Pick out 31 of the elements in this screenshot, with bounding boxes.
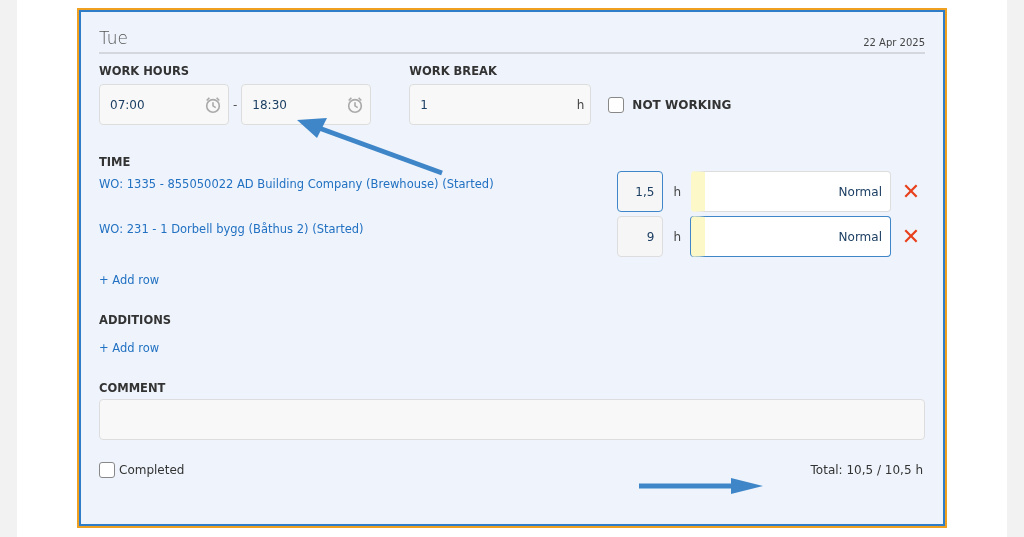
work-order-link[interactable]: WO: 1335 - 855050022 AD Building Company (Brewhouse) (Started) [99,177,494,191]
checkbox[interactable] [99,462,115,478]
alarm-clock-icon [346,95,365,114]
end-time-field[interactable]: 18:30 [241,84,372,125]
start-time-field[interactable]: 07:00 [99,84,229,125]
date-label: 22 Apr 2025 [863,37,925,48]
work-break-field[interactable]: 1 h [409,84,592,125]
comment-label: COMMENT [99,381,167,395]
remove-button[interactable]: ✕ [899,179,923,204]
comment-field[interactable] [99,399,925,440]
unit-label: h [672,184,682,199]
hours-field[interactable]: 1,5 [617,171,664,212]
work-break-label: WORK BREAK [409,64,498,78]
unit-label: h [672,229,682,244]
alarm-clock-icon [204,95,222,114]
add-row-link[interactable]: + Add row [99,341,160,355]
total-label: Total: 10,5 / 10,5 h [810,463,923,477]
completed-label: Completed [119,463,185,477]
work-hours-label: WORK HOURS [99,64,191,78]
additions-label: ADDITIONS [99,313,173,327]
day-title: Tue [99,28,129,48]
checkbox[interactable] [608,96,625,113]
remove-button[interactable]: ✕ [899,224,923,249]
type-field[interactable]: Normal [691,216,891,257]
time-separator: - [232,97,239,112]
add-row-link[interactable]: + Add row [99,273,160,287]
not-working-label: NOT WORKING [632,97,732,112]
type-field[interactable]: Normal [691,171,891,212]
hours-field[interactable]: 9 [617,216,664,257]
time-label: TIME [99,155,132,169]
work-order-link[interactable]: WO: 231 - 1 Dorbell bygg (Båthus 2) (Started) [99,222,364,236]
